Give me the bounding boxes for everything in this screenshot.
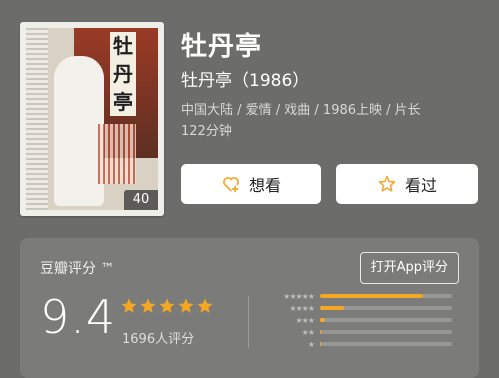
rating-score: 9.4: [40, 290, 117, 344]
rating-label: 豆瓣评分 ™: [40, 261, 115, 277]
movie-title: 牡丹亭: [181, 32, 263, 62]
poster-title: 牡丹亭: [110, 32, 136, 116]
rating-distribution: ★★★★★ ★★★★ ★★★ ★★ ★: [268, 290, 458, 350]
rating-distribution-row: ★★★★: [268, 302, 458, 314]
want-to-watch-label: 想看: [248, 176, 281, 195]
distribution-stars: ★★★: [295, 315, 315, 325]
movie-poster[interactable]: 牡丹亭 40: [20, 22, 164, 216]
distribution-bar: [320, 342, 452, 346]
poster-figure: [54, 56, 104, 206]
open-app-rating-button[interactable]: 打开App评分: [359, 252, 459, 284]
movie-meta: 中国大陆 / 爱情 / 戏曲 / 1986上映 / 片长 122分钟: [181, 100, 481, 142]
distribution-bar: [320, 330, 452, 334]
poster-decoration: [98, 124, 136, 184]
rating-stars: [120, 297, 214, 315]
movie-meta-line: 中国大陆 / 爱情 / 戏曲 / 1986上映 / 片长: [181, 103, 421, 118]
rating-distribution-row: ★★★: [268, 314, 458, 326]
rating-distribution-row: ★★★★★: [268, 290, 458, 302]
divider: [248, 296, 249, 348]
distribution-bar: [320, 306, 452, 310]
distribution-bar-fill: [320, 294, 423, 298]
rating-panel: 豆瓣评分 ™ 打开App评分 9.4 1696人评分 ★★★★★ ★★★★ ★★…: [20, 238, 479, 378]
star-icon: [178, 298, 194, 313]
distribution-stars: ★: [307, 339, 315, 349]
rating-distribution-row: ★★: [268, 326, 458, 338]
poster-decoration: [26, 28, 48, 210]
distribution-bar: [320, 294, 452, 298]
distribution-stars: ★★★★★: [283, 291, 315, 301]
distribution-stars: ★★★★: [289, 303, 315, 313]
distribution-bar-fill: [320, 342, 322, 346]
rating-distribution-row: ★: [268, 338, 458, 350]
watched-label: 看过: [404, 176, 437, 195]
photo-count-badge[interactable]: 40: [124, 190, 158, 210]
distribution-stars: ★★: [301, 327, 315, 337]
distribution-bar-fill: [320, 330, 322, 334]
distribution-bar-fill: [320, 318, 326, 322]
star-icon: [197, 298, 213, 313]
star-icon: [159, 298, 175, 313]
heart-plus-icon: [223, 177, 239, 193]
star-icon: [140, 298, 156, 313]
distribution-bar-fill: [320, 306, 344, 310]
distribution-bar: [320, 318, 452, 322]
rating-count: 1696人评分: [122, 332, 195, 347]
want-to-watch-button[interactable]: 想看: [181, 164, 321, 204]
watched-button[interactable]: 看过: [336, 164, 478, 204]
poster-image: 牡丹亭: [26, 28, 158, 210]
star-icon: [121, 298, 137, 313]
movie-subtitle: 牡丹亭（1986）: [181, 71, 310, 91]
star-outline-icon: [378, 175, 396, 192]
movie-meta-line: 122分钟: [181, 124, 232, 139]
